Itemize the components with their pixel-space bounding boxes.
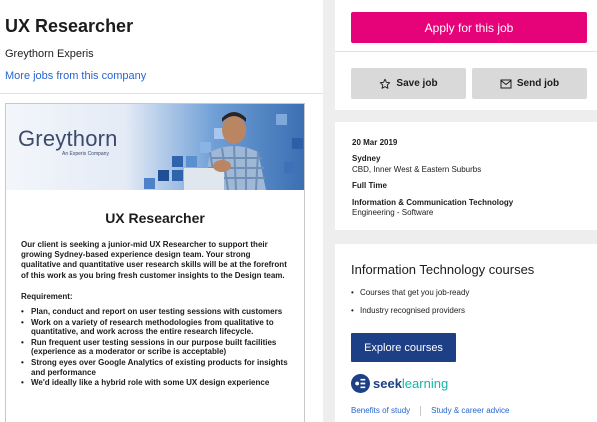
advert-intro: Our client is seeking a junior-mid UX Re… xyxy=(21,240,287,280)
job-meta-panel: 20 Mar 2019 Sydney CBD, Inner West & Eas… xyxy=(335,122,597,230)
list-item: Industry recognised providers xyxy=(351,306,469,315)
job-area: CBD, Inner West & Eastern Suburbs xyxy=(352,164,482,174)
save-job-label: Save job xyxy=(396,78,438,89)
list-item: Work on a variety of research methodolog… xyxy=(21,318,289,337)
job-header: UX Researcher Greythorn Experis More job… xyxy=(0,0,323,94)
envelope-icon xyxy=(500,79,512,88)
benefits-of-study-link[interactable]: Benefits of study xyxy=(351,406,410,416)
list-item: We'd ideally like a hybrid role with som… xyxy=(21,378,289,388)
courses-list: Courses that get you job-ready Industry … xyxy=(351,288,469,324)
star-icon xyxy=(380,78,391,89)
job-meta: 20 Mar 2019 Sydney CBD, Inner West & Eas… xyxy=(352,138,513,218)
advert-title: UX Researcher xyxy=(105,210,205,226)
courses-links: Benefits of study Study & career advice xyxy=(351,406,509,416)
company-name: Greythorn Experis xyxy=(5,48,94,60)
listing-date: 20 Mar 2019 xyxy=(352,138,398,147)
requirements-heading: Requirement: xyxy=(21,291,73,301)
list-item: Run frequent user testing sessions in ou… xyxy=(21,338,289,357)
learning-brand-text: learning xyxy=(401,376,449,391)
job-title: UX Researcher xyxy=(5,16,134,36)
study-career-advice-link[interactable]: Study & career advice xyxy=(431,406,509,416)
courses-title: Information Technology courses xyxy=(351,262,535,277)
send-job-label: Send job xyxy=(516,78,560,89)
save-send-panel: Save job Send job xyxy=(335,51,597,110)
courses-panel: Information Technology courses Courses t… xyxy=(335,244,597,422)
more-jobs-link[interactable]: More jobs from this company xyxy=(5,70,146,82)
job-sub-classification: Engineering - Software xyxy=(352,207,434,217)
job-details-page: UX Researcher Greythorn Experis More job… xyxy=(0,0,597,422)
work-type: Full Time xyxy=(352,181,387,191)
advert-photo xyxy=(184,112,266,190)
greythorn-logo-subtitle: An Experis Company xyxy=(62,151,109,157)
seek-brand-text: seek xyxy=(373,376,402,391)
job-location: Sydney xyxy=(352,154,381,164)
job-classification: Information & Communication Technology xyxy=(352,197,514,207)
apply-button[interactable]: Apply for this job xyxy=(351,12,587,43)
greythorn-logo: Greythorn xyxy=(18,126,118,151)
list-item: Strong eyes over Google Analytics of exi… xyxy=(21,358,289,377)
seek-learning-logo: seek learning xyxy=(351,374,448,393)
link-divider xyxy=(420,406,422,416)
send-job-button[interactable]: Send job xyxy=(472,68,587,99)
requirements-list: Plan, conduct and report on user testing… xyxy=(21,307,289,388)
advert-body: UX Researcher Our client is seeking a ju… xyxy=(6,210,304,388)
seek-logo-icon xyxy=(351,374,370,393)
advert-banner: Greythorn An Experis Company xyxy=(6,104,304,190)
explore-courses-button[interactable]: Explore courses xyxy=(351,333,456,362)
list-item: Plan, conduct and report on user testing… xyxy=(21,307,289,317)
apply-panel: Apply for this job xyxy=(335,0,597,51)
save-job-button[interactable]: Save job xyxy=(351,68,466,99)
list-item: Courses that get you job-ready xyxy=(351,288,469,297)
job-main-column: UX Researcher Greythorn Experis More job… xyxy=(0,0,323,422)
job-advert: Greythorn An Experis Company UX Research… xyxy=(5,103,305,422)
